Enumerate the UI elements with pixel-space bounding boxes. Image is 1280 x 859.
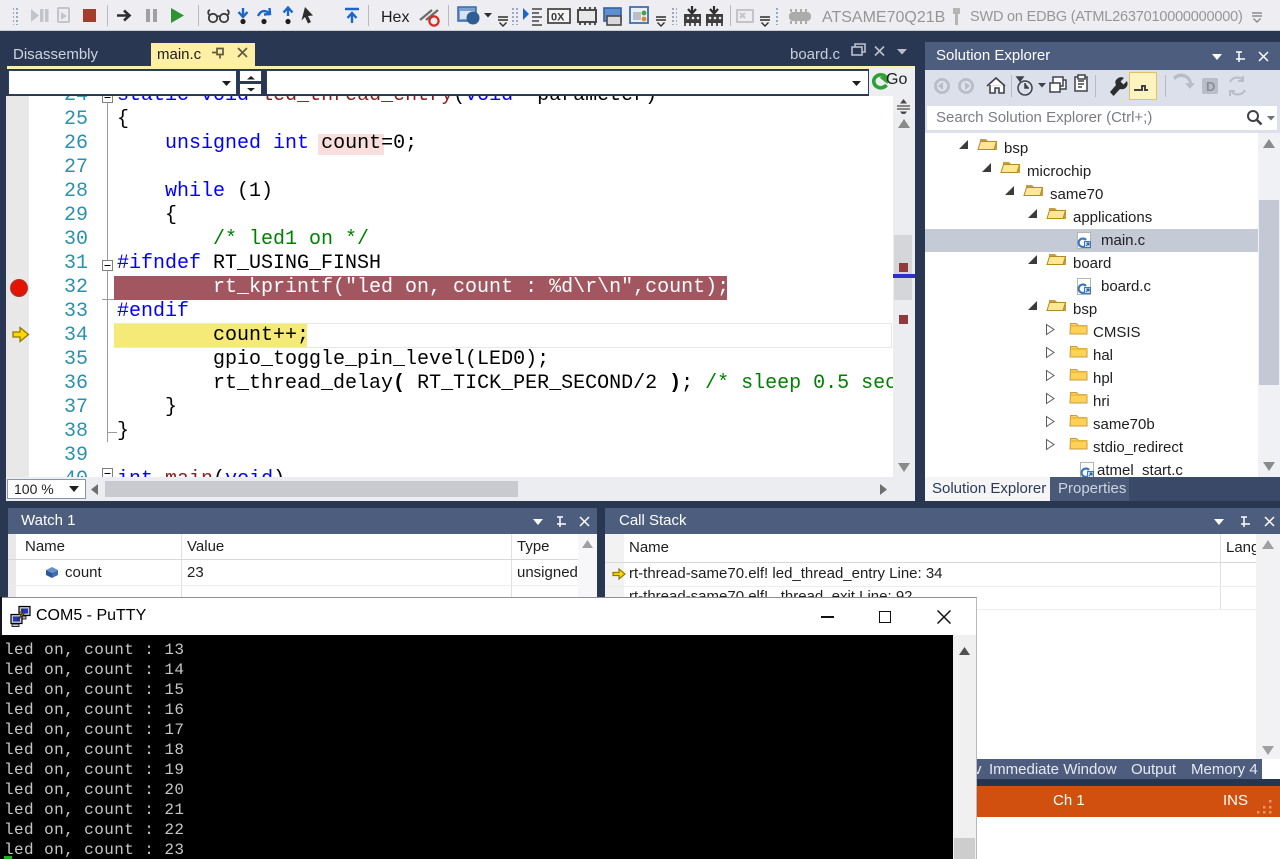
svg-text:SWD on EDBG (ATML2637010000000: SWD on EDBG (ATML2637010000000000) — [970, 9, 1243, 25]
svg-text:D: D — [1206, 79, 1215, 94]
svg-text:0X: 0X — [551, 12, 565, 24]
svg-text:ATSAME70Q21B: ATSAME70Q21B — [822, 9, 945, 26]
svg-text:Hex: Hex — [381, 9, 409, 26]
